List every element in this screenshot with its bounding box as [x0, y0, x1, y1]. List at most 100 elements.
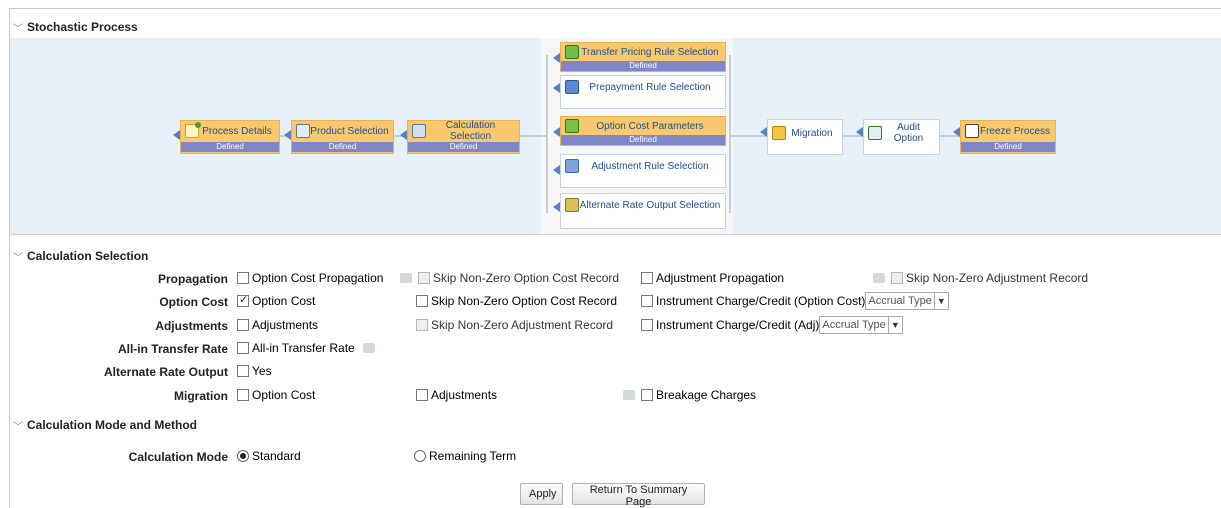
info-icon: [362, 343, 375, 353]
standard-radio[interactable]: Standard: [237, 449, 301, 463]
checkbox[interactable]: [641, 319, 653, 331]
checkbox[interactable]: [237, 272, 249, 284]
calculation-mode-label: Calculation Mode: [128, 450, 228, 464]
option-cost-propagation-label: Option Cost Propagation: [252, 271, 384, 285]
instrument-charge-option-checkbox[interactable]: Instrument Charge/Credit (Option Cost) A…: [641, 292, 949, 310]
chevron-down-icon[interactable]: ▼: [887, 317, 902, 333]
node-prepayment-label[interactable]: Prepayment Rule Selection: [579, 82, 721, 93]
node-transfer-pricing-rule[interactable]: Transfer Pricing Rule Selection Defined: [560, 42, 726, 72]
checkbox[interactable]: [416, 295, 428, 307]
instrument-charge-option-label: Instrument Charge/Credit (Option Cost): [656, 294, 866, 308]
chevron-down-icon[interactable]: ▼: [933, 293, 948, 309]
checkbox[interactable]: [416, 389, 428, 401]
accrual-type-select[interactable]: Accrual Type ▼: [865, 292, 949, 310]
node-product-selection[interactable]: Product Selection Defined: [291, 120, 394, 154]
node-calculation-selection-label[interactable]: Calculation Selection: [426, 120, 515, 142]
option-cost-label: Option Cost: [159, 295, 228, 309]
option-skip-nonzero-checkbox[interactable]: Skip Non-Zero Option Cost Record: [416, 294, 617, 308]
connector-line: [520, 135, 548, 137]
alternate-rate-yes-checkbox[interactable]: Yes: [237, 364, 272, 378]
stochastic-process-title: Stochastic Process: [27, 20, 138, 34]
info-icon: [623, 390, 635, 400]
node-alternate-rate-output[interactable]: Alternate Rate Output Selection: [560, 193, 726, 229]
chevron-down-icon[interactable]: ﹀: [9, 418, 27, 433]
node-adjustment-label[interactable]: Adjustment Rule Selection: [579, 161, 721, 172]
remaining-term-radio[interactable]: Remaining Term: [414, 449, 516, 463]
node-freeze-process-label[interactable]: Freeze Process: [979, 126, 1051, 137]
prepayment-icon: [565, 80, 579, 94]
checkbox[interactable]: [237, 365, 249, 377]
node-status: Defined: [408, 142, 519, 152]
node-status: Defined: [561, 61, 725, 71]
migration-option-cost-checkbox[interactable]: Option Cost: [237, 388, 315, 402]
checkbox-checked[interactable]: [237, 293, 249, 307]
checkbox[interactable]: [641, 389, 653, 401]
calculation-mode-header[interactable]: ﹀ Calculation Mode and Method: [9, 415, 1221, 435]
chevron-down-icon[interactable]: ﹀: [9, 20, 27, 35]
checkbox[interactable]: [641, 295, 653, 307]
node-product-selection-label[interactable]: Product Selection: [310, 126, 389, 137]
adj-skip-nonzero-checkbox: Skip Non-Zero Adjustment Record: [416, 318, 613, 332]
all-in-transfer-rate-option-label: All-in Transfer Rate: [252, 341, 355, 355]
all-in-transfer-rate-label: All-in Transfer Rate: [117, 342, 228, 356]
node-process-details-label[interactable]: Process Details: [199, 126, 275, 137]
checkbox: [891, 272, 903, 284]
adj-skip-nonzero-label: Skip Non-Zero Adjustment Record: [431, 318, 614, 332]
propagation-label: Propagation: [157, 272, 228, 286]
skip-nonzero-option-label: Skip Non-Zero Option Cost Record: [433, 271, 620, 285]
adjustment-propagation-checkbox[interactable]: Adjustment Propagation: [641, 271, 784, 285]
migration-label: Migration: [174, 389, 228, 403]
node-transfer-pricing-label[interactable]: Transfer Pricing Rule Selection: [579, 47, 721, 58]
node-migration[interactable]: Migration: [767, 119, 843, 155]
instrument-charge-adj-checkbox[interactable]: Instrument Charge/Credit (Adj) Accrual T…: [641, 316, 903, 334]
option-cost-icon: [565, 119, 579, 133]
info-icon: [400, 273, 412, 283]
divider: [9, 234, 1221, 235]
adjustments-checkbox[interactable]: Adjustments: [237, 318, 318, 332]
checkbox[interactable]: [237, 342, 249, 354]
node-option-cost-label[interactable]: Option Cost Parameters: [579, 121, 721, 132]
node-prepayment-rule[interactable]: Prepayment Rule Selection: [560, 75, 726, 109]
accrual-type-value: Accrual Type: [868, 295, 932, 307]
adjustment-icon: [565, 159, 579, 173]
node-freeze-process[interactable]: Freeze Process Defined: [960, 120, 1056, 154]
connector-line: [546, 55, 548, 213]
migration-adjustments-label: Adjustments: [431, 388, 498, 402]
node-process-details[interactable]: Process Details Defined: [180, 120, 280, 154]
node-adjustment-rule[interactable]: Adjustment Rule Selection: [560, 154, 726, 188]
arrow-left-icon: [553, 53, 560, 63]
option-cost-checkbox[interactable]: Option Cost: [237, 293, 315, 308]
accrual-type-value: Accrual Type: [822, 319, 886, 331]
calculation-selection-title: Calculation Selection: [27, 249, 149, 263]
instrument-charge-adj-label: Instrument Charge/Credit (Adj): [656, 318, 820, 332]
node-audit-option-label[interactable]: Audit Option: [882, 122, 935, 144]
checkbox[interactable]: [237, 389, 249, 401]
option-skip-nonzero-label: Skip Non-Zero Option Cost Record: [431, 294, 618, 308]
node-status: Defined: [961, 142, 1055, 152]
arrow-left-icon: [553, 83, 560, 93]
alternate-rate-yes-label: Yes: [252, 364, 272, 378]
migration-adjustments-checkbox[interactable]: Adjustments: [416, 388, 497, 402]
calculation-selection-header[interactable]: ﹀ Calculation Selection: [9, 246, 1221, 266]
apply-button[interactable]: Apply: [520, 483, 563, 505]
node-option-cost-parameters[interactable]: Option Cost Parameters Defined: [560, 116, 726, 146]
all-in-transfer-rate-checkbox[interactable]: All-in Transfer Rate: [237, 341, 381, 355]
node-audit-option[interactable]: Audit Option: [863, 119, 940, 155]
stochastic-process-header[interactable]: ﹀ Stochastic Process: [9, 17, 1221, 37]
node-calculation-selection[interactable]: Calculation Selection Defined: [407, 120, 520, 154]
accrual-type-select[interactable]: Accrual Type ▼: [819, 316, 903, 334]
remaining-term-label: Remaining Term: [429, 449, 517, 463]
breakage-charges-checkbox[interactable]: Breakage Charges: [623, 388, 756, 402]
breakage-charges-label: Breakage Charges: [656, 388, 757, 402]
node-alternate-rate-label[interactable]: Alternate Rate Output Selection: [579, 200, 721, 211]
radio[interactable]: [414, 450, 426, 462]
option-cost-propagation-checkbox[interactable]: Option Cost Propagation: [237, 271, 383, 285]
node-status: Defined: [181, 142, 279, 152]
arrow-left-icon: [760, 127, 767, 137]
checkbox[interactable]: [641, 272, 653, 284]
checkbox[interactable]: [237, 319, 249, 331]
return-to-summary-button[interactable]: Return To Summary Page: [572, 483, 705, 508]
chevron-down-icon[interactable]: ﹀: [9, 249, 27, 264]
node-migration-label[interactable]: Migration: [786, 128, 838, 139]
radio-selected[interactable]: [237, 450, 249, 462]
